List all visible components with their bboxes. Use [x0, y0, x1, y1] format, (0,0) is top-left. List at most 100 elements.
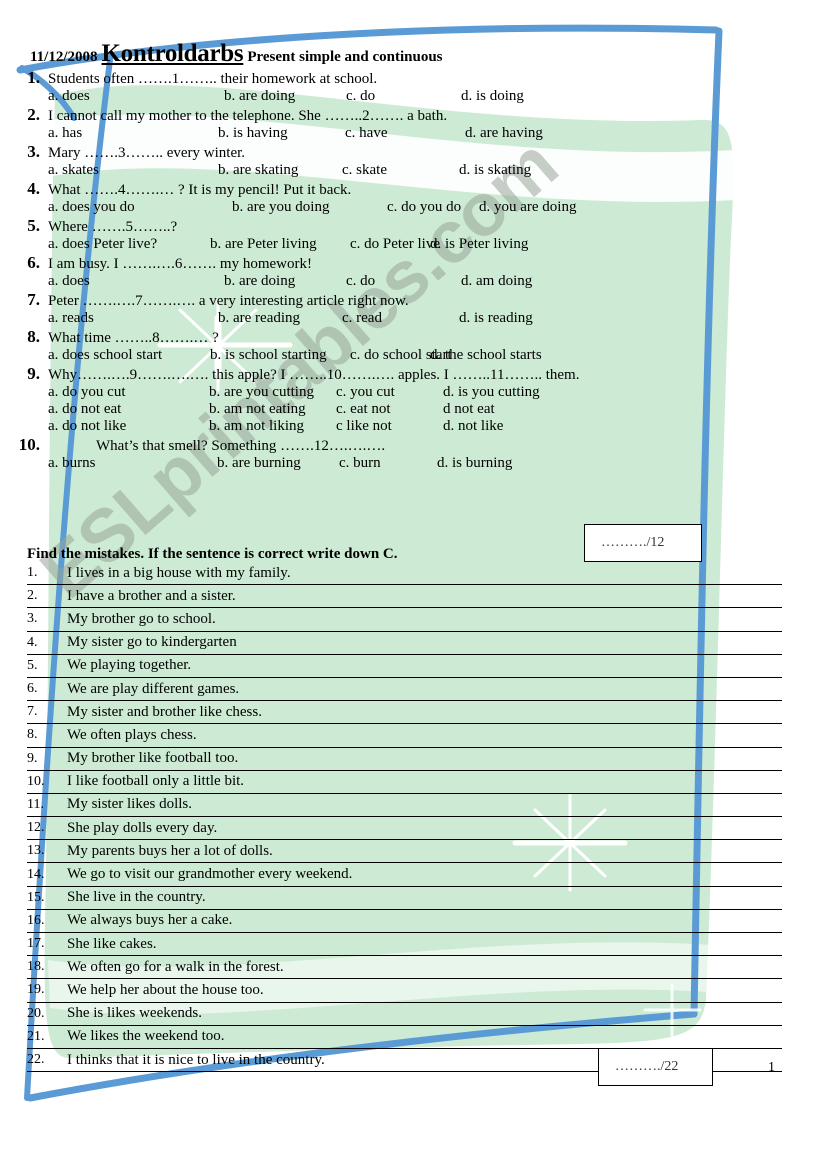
answer-option-b[interactable]: b. are doing [224, 88, 346, 105]
answer-option-a[interactable]: a. burns [48, 455, 217, 472]
answer-option-d[interactable]: d not eat [443, 401, 495, 418]
answer-option-c[interactable]: c. read [342, 310, 459, 327]
answer-option-a[interactable]: a. do not eat [48, 401, 209, 418]
answer-row: a. do not eat b. am not eating c. eat no… [0, 401, 821, 418]
answer-option-b[interactable]: b. are skating [218, 162, 342, 179]
answer-option-b[interactable]: b. are burning [217, 455, 339, 472]
answer-option-c[interactable]: c. do [346, 88, 461, 105]
list-item[interactable]: 14. We go to visit our grandmother every … [27, 863, 782, 887]
list-item-number: 16. [27, 912, 45, 928]
answer-option-d[interactable]: d. is reading [459, 310, 533, 327]
list-item[interactable]: 12. She play dolls every day. [27, 817, 782, 841]
score-box-part2[interactable]: ………./22 [598, 1048, 713, 1086]
list-item-text: We likes the weekend too. [67, 1028, 225, 1045]
answer-option-c[interactable]: c. you cut [336, 384, 443, 401]
answer-row: a. burns b. are burning c. burn d. is bu… [0, 455, 821, 472]
answer-row: a. does Peter live? b. are Peter living … [0, 236, 821, 253]
answer-option-d[interactable]: d. is doing [461, 88, 524, 105]
list-item[interactable]: 18. We often go for a walk in the forest. [27, 956, 782, 980]
answer-option-c[interactable]: c. skate [342, 162, 459, 179]
answer-option-b[interactable]: b. is having [218, 125, 345, 142]
list-item[interactable]: 15. She live in the country. [27, 887, 782, 910]
list-item[interactable]: 21. We likes the weekend too. [27, 1026, 782, 1049]
list-item[interactable]: 1. I lives in a big house with my family. [27, 562, 782, 586]
answer-option-a[interactable]: a. does you do [48, 199, 232, 216]
list-item[interactable]: 16. We always buys her a cake. [27, 910, 782, 933]
answer-option-d[interactable]: d. am doing [461, 273, 532, 290]
list-item[interactable]: 19. We help her about the house too. [27, 979, 782, 1003]
list-item-text: My parents buys her a lot of dolls. [67, 842, 273, 859]
list-item-number: 17. [27, 936, 45, 952]
answer-option-d[interactable]: d. is Peter living [430, 236, 528, 253]
list-item[interactable]: 5. We playing together. [27, 655, 782, 678]
answer-option-d[interactable]: d. is skating [459, 162, 531, 179]
answer-option-d[interactable]: d. not like [443, 418, 503, 435]
answer-option-c[interactable]: c. have [345, 125, 465, 142]
answer-option-b[interactable]: b. are Peter living [210, 236, 350, 253]
list-item-number: 3. [27, 611, 38, 627]
question-number: 4. [27, 179, 40, 198]
list-item-text: She is likes weekends. [67, 1005, 202, 1022]
list-item-text: I thinks that it is nice to live in the … [67, 1051, 325, 1068]
list-item[interactable]: 7. My sister and brother like chess. [27, 701, 782, 725]
answer-option-c[interactable]: c. eat not [336, 401, 443, 418]
list-item-text: We often plays chess. [67, 726, 197, 743]
list-item[interactable]: 11. My sister likes dolls. [27, 794, 782, 818]
answer-option-c[interactable]: c. burn [339, 455, 437, 472]
list-item[interactable]: 20. She is likes weekends. [27, 1003, 782, 1026]
list-item[interactable]: 2. I have a brother and a sister. [27, 585, 782, 609]
section2-heading: Find the mistakes. If the sentence is co… [27, 546, 398, 562]
answer-option-d[interactable]: d. are having [465, 125, 543, 142]
answer-option-b[interactable]: b. are you cutting [209, 384, 336, 401]
answer-option-b[interactable]: b. are you doing [232, 199, 387, 216]
list-item[interactable]: 13. My parents buys her a lot of dolls. [27, 840, 782, 864]
answer-option-b[interactable]: b. am not liking [209, 418, 336, 435]
question-8: 8. What time ……..8…….… ? a. does school s… [0, 327, 821, 364]
answer-option-a[interactable]: a. does [48, 88, 224, 105]
list-item[interactable]: 3. My brother go to school. [27, 608, 782, 632]
answer-option-b[interactable]: b. are reading [218, 310, 342, 327]
answer-option-b[interactable]: b. am not eating [209, 401, 336, 418]
answer-option-b[interactable]: b. is school starting [210, 347, 350, 364]
list-item[interactable]: 10. I like football only a little bit. [27, 771, 782, 794]
answer-option-a[interactable]: a. reads [48, 310, 218, 327]
answer-option-a[interactable]: a. does Peter live? [48, 236, 210, 253]
answer-option-c[interactable]: c. do school start [350, 347, 452, 364]
multiple-choice-section: 1. Students often …….1…….. their homework… [0, 68, 821, 472]
question-text: Mary …….3…….. every winter. [48, 145, 246, 161]
question-text: Students often …….1…….. their homework a… [48, 71, 378, 87]
answer-option-d[interactable]: d. you are doing [479, 199, 576, 216]
answer-option-c[interactable]: c. do you do [387, 199, 479, 216]
list-item-text: I lives in a big house with my family. [67, 564, 291, 581]
list-item-text: We go to visit our grandmother every wee… [67, 866, 353, 883]
question-10: 10. What’s that smell? Something …….12….…… [0, 435, 821, 472]
list-item[interactable]: 17. She like cakes. [27, 933, 782, 957]
answer-option-d[interactable]: d. is burning [437, 455, 512, 472]
worksheet-page: ESLprintables.com 11/12/2008 Kontroldarb… [0, 0, 821, 1169]
list-item-text: I like football only a little bit. [67, 773, 245, 790]
answer-option-d[interactable]: d. is you cutting [443, 384, 540, 401]
question-text: What’s that smell? Something …….12….….…. [96, 438, 386, 454]
answer-option-a[interactable]: a. do not like [48, 418, 209, 435]
question-3: 3. Mary …….3…….. every winter. a. skates … [0, 142, 821, 179]
list-item[interactable]: 6. We are play different games. [27, 678, 782, 702]
list-item-number: 22. [27, 1052, 45, 1068]
answer-option-c[interactable]: c like not [336, 418, 443, 435]
answer-option-c[interactable]: c. do Peter live [350, 236, 440, 253]
list-item[interactable]: 8. We often plays chess. [27, 724, 782, 748]
answer-option-a[interactable]: a. does school start [48, 347, 210, 364]
question-number: 7. [27, 290, 40, 309]
answer-option-b[interactable]: b. are doing [224, 273, 346, 290]
list-item[interactable]: 4. My sister go to kindergarten [27, 632, 782, 655]
question-number: 1. [27, 68, 40, 87]
answer-option-a[interactable]: a. skates [48, 162, 218, 179]
answer-option-a[interactable]: a. has [48, 125, 218, 142]
answer-option-d[interactable]: d. the school starts [430, 347, 542, 364]
question-number: 9. [27, 364, 40, 383]
answer-option-a[interactable]: a. do you cut [48, 384, 209, 401]
question-9: 9. Why…….….9…….….…. this apple? I ……..10…… [0, 364, 821, 435]
answer-option-a[interactable]: a. does [48, 273, 224, 290]
list-item[interactable]: 9. My brother like football too. [27, 748, 782, 771]
score-box-part1[interactable]: ………./12 [584, 524, 702, 562]
answer-option-c[interactable]: c. do [346, 273, 461, 290]
